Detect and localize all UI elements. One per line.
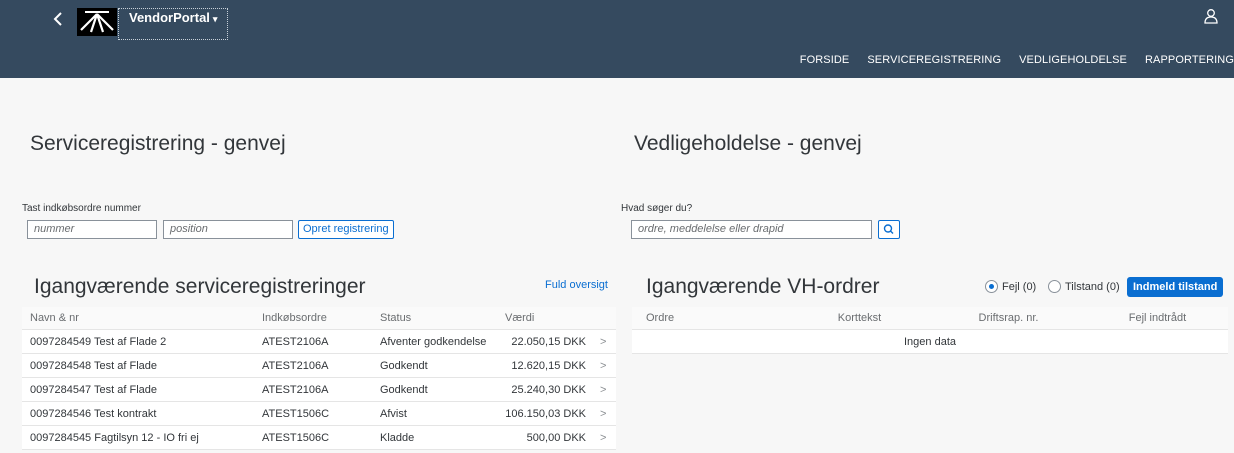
table-row[interactable]: 0097284545 Fagtilsyn 12 - IO fri ej ATES… [22, 426, 616, 450]
table-row[interactable]: 0097284547 Test af Flade ATEST2106A Godk… [22, 378, 616, 402]
no-data-text: Ingen data [904, 335, 956, 348]
person-icon [1204, 9, 1218, 24]
radio-unselected-icon [1048, 280, 1061, 293]
col-order[interactable]: Ordre [632, 312, 781, 324]
col-short-text[interactable]: Korttekst [781, 312, 930, 324]
row-status: Kladde [380, 431, 415, 444]
service-shortcut-title: Serviceregistrering - genvej [30, 132, 286, 155]
app-switcher[interactable]: VendorPortal ▾ [118, 8, 229, 40]
po-position-input[interactable]: position [163, 220, 293, 239]
row-name: 0097284547 Test af Flade [30, 383, 158, 396]
top-navigation: FORSIDE SERVICEREGISTRERING VEDLIGEHOLDE… [800, 53, 1234, 67]
po-number-label: Tast indkøbsordre nummer [22, 203, 141, 214]
chevron-right-icon: > [600, 359, 607, 372]
search-button[interactable] [878, 220, 900, 239]
po-number-input[interactable]: nummer [27, 220, 157, 239]
col-status[interactable]: Status [372, 312, 497, 324]
search-icon [883, 224, 894, 234]
row-name: 0097284549 Test af Flade 2 [30, 335, 167, 348]
user-menu-button[interactable] [1204, 8, 1220, 26]
nav-vedligeholdelse[interactable]: VEDLIGEHOLDELSE [1019, 53, 1127, 67]
maintenance-search-input[interactable]: ordre, meddelelse eller drapid [631, 220, 872, 239]
ongoing-service-title: Igangværende serviceregistreringer [34, 275, 366, 298]
col-report-no[interactable]: Driftsrap. nr. [930, 312, 1079, 324]
row-po: ATEST2106A [262, 335, 329, 348]
back-button[interactable] [52, 10, 68, 30]
row-status: Godkendt [380, 359, 428, 372]
row-name: 0097284545 Fagtilsyn 12 - IO fri ej [30, 431, 199, 444]
table-row[interactable]: 0097284548 Test af Flade ATEST2106A Godk… [22, 354, 616, 378]
table-header: Navn & nr Indkøbsordre Status Værdi [22, 307, 616, 330]
service-table: Navn & nr Indkøbsordre Status Værdi 0097… [22, 307, 616, 450]
company-logo[interactable] [77, 8, 117, 36]
row-po: ATEST1506C [262, 431, 330, 444]
row-name: 0097284548 Test af Flade [30, 359, 158, 372]
row-po: ATEST2106A [262, 359, 329, 372]
col-error-date[interactable]: Fejl indtrådt [1079, 312, 1228, 324]
nav-forside[interactable]: FORSIDE [800, 53, 850, 67]
logo-icon [80, 11, 114, 33]
row-status: Godkendt [380, 383, 428, 396]
ongoing-vh-title: Igangværende VH-ordrer [646, 275, 880, 298]
nav-rapportering[interactable]: RAPPORTERING [1145, 53, 1234, 67]
radio-fejl[interactable]: Fejl (0) [985, 280, 1036, 293]
table-header: Ordre Korttekst Driftsrap. nr. Fejl indt… [632, 307, 1228, 330]
nav-serviceregistrering[interactable]: SERVICEREGISTRERING [867, 53, 1001, 67]
row-status: Afvist [380, 407, 407, 420]
row-po: ATEST1506C [262, 407, 330, 420]
maintenance-shortcut-title: Vedligeholdelse - genvej [634, 132, 862, 155]
row-value: 500,00 DKK [526, 431, 586, 444]
report-condition-button[interactable]: Indmeld tilstand [1127, 277, 1224, 297]
row-name: 0097284546 Test kontrakt [30, 407, 157, 420]
create-registration-button[interactable]: Opret registrering [298, 220, 394, 239]
chevron-right-icon: > [600, 383, 607, 396]
row-status: Afventer godkendelse [380, 335, 487, 348]
col-po[interactable]: Indkøbsordre [254, 312, 372, 324]
row-value: 106.150,03 DKK [505, 407, 586, 420]
table-row[interactable]: 0097284549 Test af Flade 2 ATEST2106A Af… [22, 330, 616, 354]
col-value[interactable]: Værdi [497, 312, 616, 324]
vh-table: Ordre Korttekst Driftsrap. nr. Fejl indt… [632, 307, 1228, 354]
empty-row: Ingen data [632, 330, 1228, 354]
app-title-text: VendorPortal [129, 10, 210, 25]
row-po: ATEST2106A [262, 383, 329, 396]
row-value: 12.620,15 DKK [511, 359, 586, 372]
radio-fejl-label: Fejl (0) [1002, 280, 1037, 293]
dropdown-caret-icon: ▾ [212, 14, 218, 24]
radio-selected-icon [985, 280, 998, 293]
table-row[interactable]: 0097284546 Test kontrakt ATEST1506C Afvi… [22, 402, 616, 426]
chevron-right-icon: > [600, 431, 607, 444]
full-overview-link[interactable]: Fuld oversigt [545, 279, 608, 291]
shell-bar: VendorPortal ▾ FORSIDE SERVICEREGISTRERIN… [0, 0, 1234, 78]
search-label: Hvad søger du? [621, 203, 693, 214]
row-value: 25.240,30 DKK [511, 383, 586, 396]
radio-tilstand[interactable]: Tilstand (0) [1048, 280, 1120, 293]
chevron-right-icon: > [600, 407, 607, 420]
row-value: 22.050,15 DKK [511, 335, 586, 348]
radio-tilstand-label: Tilstand (0) [1065, 280, 1120, 293]
chevron-right-icon: > [600, 335, 607, 348]
col-name[interactable]: Navn & nr [22, 312, 254, 324]
chevron-left-icon [53, 12, 62, 26]
